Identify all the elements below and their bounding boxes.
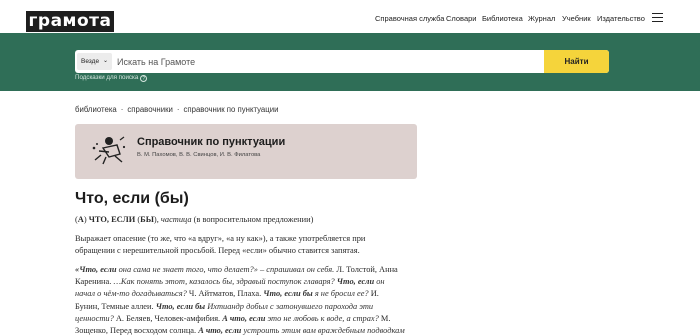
definition-particle: БЫ [140,215,154,224]
breadcrumb-separator: · [176,105,180,114]
article-title: Что, если (бы) [75,190,189,207]
example-text: …Как понять этот, казалось бы, здравый п… [113,277,337,287]
site-logo[interactable]: грамота [26,11,114,32]
example-text: это не любовь к воде, а страх? [265,313,379,323]
nav-link-dictionaries[interactable]: Словари [446,13,476,25]
article-paragraph: Выражает опасение (то же, что «а вдруг»,… [75,234,366,256]
reference-book-title: Справочник по пунктуации [137,136,286,148]
article-definition: (А) ЧТО, ЕСЛИ (БЫ), частица (в вопросите… [75,215,314,224]
search-scope-label: Везде [81,58,100,65]
chevron-down-icon: ⌄ [102,58,108,64]
example-keyword: Что, если бы [155,301,206,311]
example-text: она сама не знает того, что делает?» – с… [116,265,335,274]
breadcrumb-reference-books[interactable]: справочники [127,105,173,114]
reference-book-card[interactable]: Справочник по пунктуации В. М. Пахомов, … [75,124,417,179]
nav-link-library[interactable]: Библиотека [482,13,523,25]
nav-link-journal[interactable]: Журнал [528,13,555,25]
punctuation-illustration-icon [92,136,126,165]
search-button[interactable]: Найти [544,50,609,73]
search-hints-link[interactable]: Подсказки для поиска? [75,74,148,82]
example-source: А. Беляев, Человек-амфибия. [113,313,223,323]
definition-note: (в вопросительном предложении) [193,215,314,224]
search-hints-label: Подсказки для поиска [75,74,139,81]
nav-link-publishing[interactable]: Издательство [597,13,645,25]
site-header: грамота Справочная служба Словари Библио… [0,0,700,33]
search-input[interactable] [117,50,547,73]
nav-link-help-service[interactable]: Справочная служба [375,13,444,25]
reference-book-authors: В. М. Пахомов, В. В. Свинцов, И. В. Фила… [137,152,261,158]
help-icon: ? [140,75,148,82]
example-source: Ч. Айтматов, Плаха. [186,289,264,299]
definition-letter: А [77,215,84,224]
example-keyword: Что, если бы [263,289,313,299]
example-keyword: А что, если [198,326,242,336]
menu-icon[interactable] [652,13,663,22]
breadcrumb-library[interactable]: библиотека [75,105,117,114]
definition-part-of-speech: частица [160,215,192,224]
article-examples: «Что, если она сама не знает того, что д… [75,264,405,336]
nav-link-textbook[interactable]: Учебник [562,13,591,25]
breadcrumb: библиотека · справочники · справочник по пун… [75,104,278,115]
example-text: я не бросил ее? [312,289,369,299]
definition-headword: ЧТО, ЕСЛИ [88,215,136,224]
example-keyword: А что, если [222,313,266,323]
breadcrumb-punctuation-reference[interactable]: справочник по пунктуации [183,105,278,114]
breadcrumb-separator: · [120,105,124,114]
example-keyword: «Что, если [75,265,117,274]
search-scope-select[interactable]: Везде ⌄ [77,53,112,70]
example-keyword: Что, если [336,277,375,287]
search-bar: Везде ⌄ Найти [75,50,609,73]
